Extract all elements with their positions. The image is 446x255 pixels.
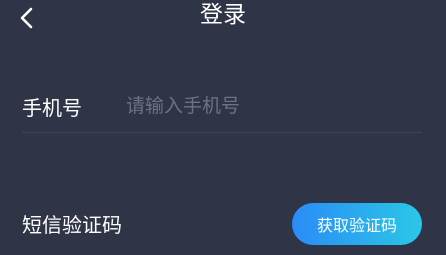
phone-row: 手机号 — [22, 80, 422, 133]
phone-input[interactable] — [126, 95, 422, 117]
phone-label: 手机号 — [22, 95, 82, 120]
nav-bar: 登录 — [0, 0, 446, 34]
page-title: 登录 — [200, 2, 246, 28]
sms-code-label: 短信验证码 — [22, 212, 122, 237]
sms-code-row: 短信验证码 获取验证码 — [22, 198, 422, 248]
get-code-button[interactable]: 获取验证码 — [292, 203, 422, 245]
